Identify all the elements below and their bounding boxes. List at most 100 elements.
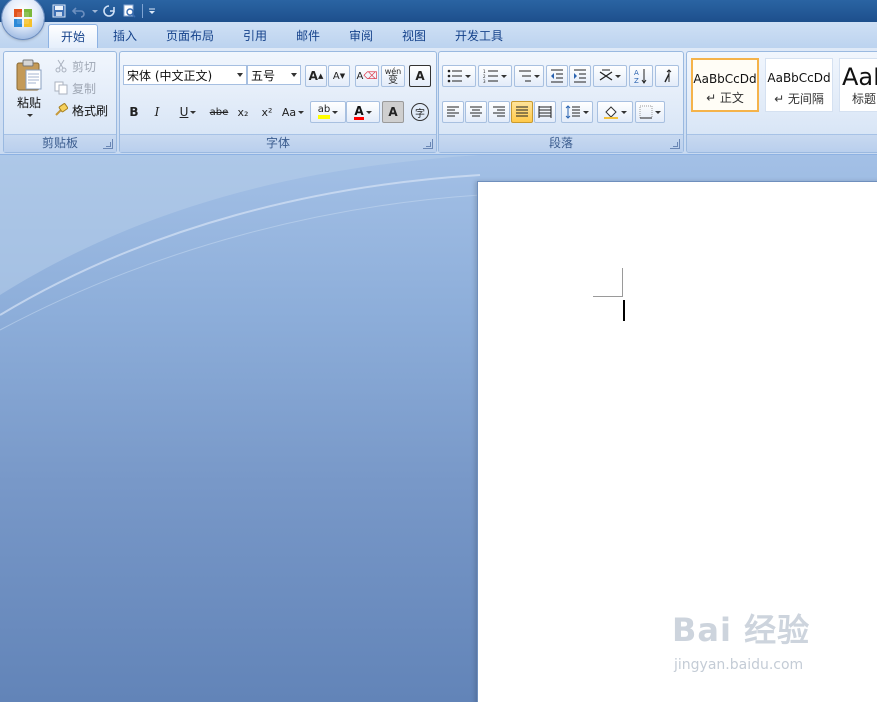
phonetic-guide-char: 变 [388, 75, 398, 86]
superscript-button[interactable]: x² [256, 101, 278, 123]
margin-corner-mark [593, 296, 623, 297]
strikethrough-label: abe [209, 106, 229, 118]
bold-button[interactable]: B [124, 101, 144, 123]
align-left-button[interactable] [442, 101, 464, 123]
font-size-combo[interactable]: 五号 [247, 65, 301, 85]
tab-page-layout[interactable]: 页面布局 [154, 24, 226, 48]
grow-font-button[interactable]: A ▲ [305, 65, 327, 87]
clipboard-group: 粘贴 剪切 复制 格式刷 剪贴板 [3, 51, 117, 153]
sort-button[interactable]: AZ [629, 65, 653, 87]
undo-dropdown-icon[interactable] [90, 2, 98, 20]
increase-indent-button[interactable] [569, 65, 591, 87]
highlight-label: ab [317, 105, 331, 119]
shrink-font-button[interactable]: A ▼ [328, 65, 350, 87]
font-color-label: A [354, 103, 364, 120]
character-border-label: A [415, 69, 425, 83]
style-heading[interactable]: AaB 标题 [839, 58, 877, 112]
watermark-url: jingyan.baidu.com [674, 657, 804, 673]
change-case-button[interactable]: Aa [278, 101, 308, 123]
style-normal[interactable]: AaBbCcDd ↵ 正文 [691, 58, 759, 112]
undo-icon[interactable] [70, 2, 88, 20]
italic-label: I [154, 105, 160, 119]
cut-label: 剪切 [72, 59, 97, 74]
text-cursor [623, 300, 625, 321]
customize-qat-icon[interactable] [147, 2, 157, 20]
align-center-button[interactable] [465, 101, 487, 123]
enclose-characters-button[interactable]: 字 [408, 101, 432, 123]
style-normal-sample: AaBbCcDd [693, 72, 757, 86]
font-size-value: 五号 [251, 68, 276, 83]
tab-view[interactable]: 视图 [390, 24, 438, 48]
sort-icon: AZ [634, 69, 647, 84]
phonetic-guide-button[interactable]: wén 变 [381, 65, 405, 87]
line-spacing-icon [565, 105, 580, 119]
character-border-button[interactable]: A [409, 65, 431, 87]
clipboard-group-label: 剪贴板 [4, 134, 116, 152]
highlight-button[interactable]: ab [310, 101, 346, 123]
distributed-icon [538, 106, 552, 118]
ribbon: 粘贴 剪切 复制 格式刷 剪贴板 宋体 (中文正文) 五号 A ▲ A ▼ A ⌫ w… [0, 48, 877, 155]
paste-button[interactable]: 粘贴 [8, 56, 50, 130]
style-no-spacing-name: ↵ 无间隔 [774, 92, 824, 106]
change-case-label: Aa [281, 105, 297, 119]
shading-button[interactable] [597, 101, 633, 123]
font-color-button[interactable]: A [346, 101, 380, 123]
tab-home[interactable]: 开始 [48, 24, 99, 49]
copy-label: 复制 [72, 81, 97, 96]
clear-formatting-button[interactable]: A ⌫ [355, 65, 379, 87]
paragraph-mark-icon [664, 69, 672, 83]
distributed-button[interactable] [534, 101, 556, 123]
baidu-watermark: Bai 经验 jingyan.baidu.com [672, 605, 810, 673]
font-launcher-icon[interactable] [423, 139, 433, 149]
show-marks-button[interactable] [655, 65, 679, 87]
justify-button[interactable] [511, 101, 533, 123]
svg-text:A: A [634, 69, 639, 77]
subscript-button[interactable]: x₂ [232, 101, 254, 123]
multilevel-list-button[interactable] [514, 65, 544, 87]
chinese-layout-icon [599, 69, 613, 81]
tab-insert[interactable]: 插入 [101, 24, 149, 48]
line-spacing-button[interactable] [561, 101, 593, 123]
strikethrough-button[interactable]: abe [206, 101, 232, 123]
format-painter-label: 格式刷 [72, 103, 109, 118]
cut-button[interactable]: 剪切 [54, 56, 96, 76]
save-icon[interactable] [50, 2, 68, 20]
tab-review[interactable]: 审阅 [337, 24, 385, 48]
character-shading-label: A [388, 105, 398, 119]
font-group-label: 字体 [120, 134, 436, 152]
styles-group: AaBbCcDd ↵ 正文 AaBbCcDd ↵ 无间隔 AaB 标题 [686, 51, 877, 153]
qat-separator [142, 4, 143, 18]
multilevel-list-icon [519, 70, 531, 82]
bullets-button[interactable] [442, 65, 476, 87]
italic-button[interactable]: I [147, 101, 167, 123]
numbering-button[interactable]: 123 [478, 65, 512, 87]
copy-icon [54, 81, 68, 95]
paragraph-launcher-icon[interactable] [670, 139, 680, 149]
clipboard-launcher-icon[interactable] [103, 139, 113, 149]
format-painter-button[interactable]: 格式刷 [54, 100, 108, 120]
style-no-spacing[interactable]: AaBbCcDd ↵ 无间隔 [765, 58, 833, 112]
tab-mailings[interactable]: 邮件 [284, 24, 332, 48]
tab-references[interactable]: 引用 [231, 24, 279, 48]
title-bar [0, 0, 877, 22]
underline-label: U [179, 105, 189, 119]
font-name-combo[interactable]: 宋体 (中文正文) [123, 65, 247, 85]
redo-icon[interactable] [100, 2, 118, 20]
paint-bucket-icon [604, 106, 618, 119]
character-shading-button[interactable]: A [382, 101, 404, 123]
align-right-button[interactable] [488, 101, 510, 123]
align-right-icon [493, 106, 505, 117]
copy-button[interactable]: 复制 [54, 78, 96, 98]
print-preview-icon[interactable] [120, 2, 138, 20]
borders-button[interactable] [635, 101, 665, 123]
chinese-layout-button[interactable] [593, 65, 627, 87]
bullets-icon [447, 69, 462, 83]
format-painter-icon [55, 103, 68, 116]
tab-developer[interactable]: 开发工具 [443, 24, 515, 48]
paste-dropdown-icon[interactable] [8, 114, 50, 117]
clear-formatting-label: A [356, 70, 364, 82]
underline-button[interactable]: U [172, 101, 204, 123]
decrease-indent-icon [551, 69, 563, 83]
decrease-indent-button[interactable] [546, 65, 568, 87]
align-left-icon [447, 106, 459, 117]
